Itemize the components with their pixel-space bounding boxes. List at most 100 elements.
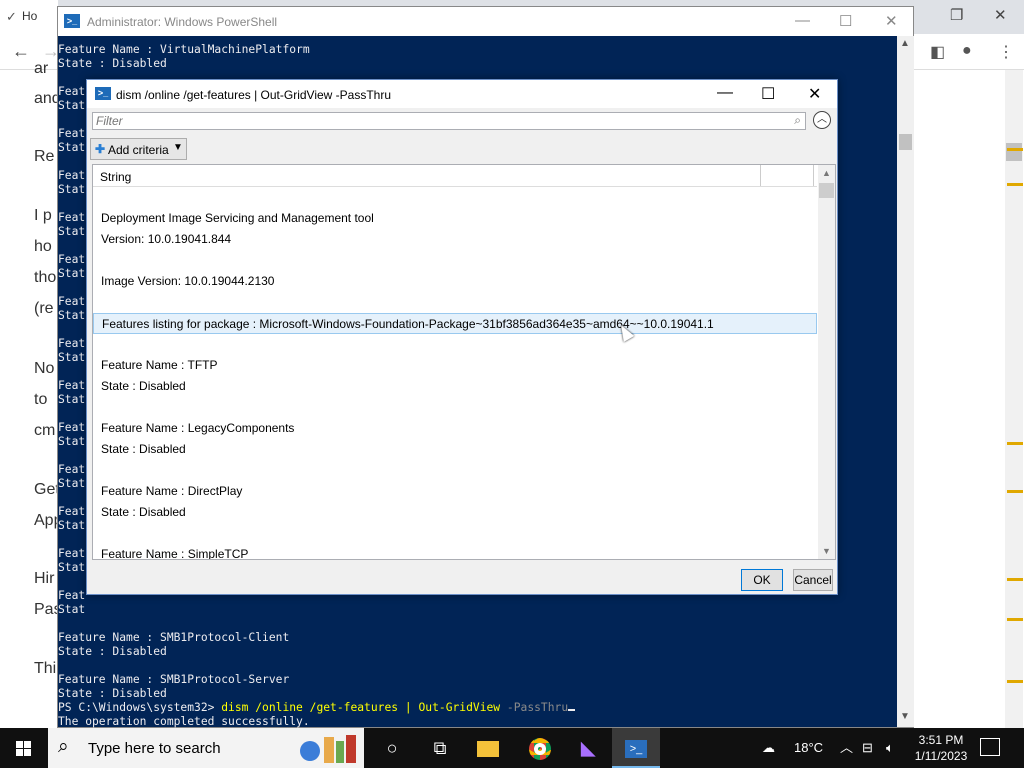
article-line: Get [34, 481, 60, 498]
powershell-title-bar[interactable]: >_ Administrator: Windows PowerShell — ☐… [58, 7, 913, 36]
back-arrow-icon[interactable]: ← [12, 41, 30, 62]
windows-logo-icon [16, 749, 23, 756]
show-hidden-icons-icon[interactable]: ︿ [840, 728, 853, 768]
search-highlight-mark [1007, 490, 1023, 493]
powershell-scroll-thumb[interactable] [899, 134, 912, 150]
prompt-line: PS C:\Windows\system32> dism /online /ge… [58, 701, 576, 715]
article-line: cm [34, 422, 56, 439]
chrome-icon[interactable] [516, 728, 564, 768]
network-icon[interactable]: ⊟ [862, 728, 873, 768]
weather-temperature[interactable]: 18°C [794, 728, 823, 768]
side-panel-icon[interactable]: ◧ [930, 42, 945, 62]
visual-studio-icon[interactable]: ◣ [564, 728, 612, 768]
dropdown-arrow-icon: ▼ [173, 142, 183, 153]
close-icon[interactable]: ✕ [808, 84, 821, 104]
clock-time: 3:51 PM [918, 733, 964, 747]
console-line: Feat [58, 169, 86, 182]
grid-cell-text: Image Version: 10.0.19044.2130 [101, 274, 275, 288]
powershell-taskbar-icon[interactable]: >_ [612, 728, 660, 768]
console-line: Stat [58, 435, 86, 448]
grid-row[interactable] [93, 523, 817, 544]
console-line: Feat [58, 253, 86, 266]
column-header-string[interactable]: String [100, 170, 131, 184]
volume-icon[interactable]: 🔈︎ [886, 728, 894, 768]
grid-row[interactable]: Features listing for package : Microsoft… [93, 313, 817, 334]
console-line: Feat [58, 337, 86, 350]
browser-tab[interactable]: ✓ Ho [0, 0, 58, 34]
cortana-icon[interactable]: ○ [368, 728, 416, 768]
windows-logo-icon [24, 741, 31, 748]
minimize-icon[interactable]: — [795, 12, 810, 29]
console-line: Stat [58, 351, 86, 364]
close-icon[interactable]: ✕ [885, 12, 898, 30]
column-divider[interactable] [760, 165, 761, 186]
grid-row[interactable]: Image Version: 10.0.19044.2130 [93, 271, 817, 292]
restore-icon[interactable]: ❐ [950, 6, 963, 24]
grid-row[interactable]: Feature Name : SimpleTCP [93, 544, 817, 559]
minimize-icon[interactable]: — [717, 84, 733, 102]
search-icon[interactable]: ⌕ [794, 113, 801, 128]
console-line: Feat [58, 127, 86, 140]
maximize-icon[interactable]: ☐ [761, 84, 775, 104]
clock[interactable]: 3:51 PM 1/11/2023 [906, 732, 976, 764]
taskbar-search-box[interactable]: ⌕ Type here to search [48, 728, 364, 768]
prompt-text: PS C:\Windows\system32> [58, 701, 222, 714]
cmdlet-text: Out-GridView [418, 701, 501, 714]
filter-input[interactable] [93, 113, 783, 129]
grid-scrollbar[interactable]: ▲ ▼ [818, 165, 835, 559]
cancel-button[interactable]: Cancel [793, 569, 833, 591]
site-favicon-icon: ✓ [6, 9, 17, 24]
article-line: (re [34, 300, 54, 317]
grid-row[interactable]: State : Disabled [93, 502, 817, 523]
powershell-scrollbar[interactable]: ▲ ▼ [897, 36, 914, 727]
weather-icon[interactable]: ☁ [762, 728, 775, 768]
search-highlight-mark [1007, 618, 1023, 621]
grid-row[interactable] [93, 334, 817, 355]
grid-row[interactable]: Deployment Image Servicing and Managemen… [93, 208, 817, 229]
grid-rows: Deployment Image Servicing and Managemen… [93, 187, 817, 559]
powershell-icon: >_ [64, 14, 80, 28]
taskbar: ⌕ Type here to search ○ ⧉ ◣ >_ ☁ 18°C ︿ … [0, 728, 1024, 768]
collapse-filter-icon[interactable]: ︿ [813, 111, 831, 129]
file-explorer-icon[interactable] [464, 728, 512, 768]
article-line: No [34, 360, 55, 377]
notification-icon[interactable] [980, 738, 1000, 756]
column-divider[interactable] [813, 165, 814, 186]
grid-row[interactable] [93, 292, 817, 313]
browser-scroll-thumb[interactable] [1006, 143, 1022, 161]
grid-row[interactable]: Feature Name : LegacyComponents [93, 418, 817, 439]
grid-row[interactable] [93, 250, 817, 271]
scroll-down-icon[interactable]: ▼ [900, 711, 910, 722]
grid-row[interactable]: Feature Name : TFTP [93, 355, 817, 376]
console-line: Feat [58, 85, 86, 98]
text-cursor [568, 709, 576, 711]
search-icon: ⌕ [58, 736, 69, 757]
console-line: Stat [58, 141, 86, 154]
grid-row[interactable]: Feature Name : DirectPlay [93, 481, 817, 502]
grid-row[interactable]: State : Disabled [93, 439, 817, 460]
add-criteria-button[interactable]: ✚ Add criteria ▼ [90, 138, 187, 160]
browser-close-icon[interactable]: ✕ [994, 6, 1007, 24]
start-button[interactable] [0, 728, 48, 768]
scroll-up-icon[interactable]: ▲ [822, 168, 831, 178]
scroll-up-icon[interactable]: ▲ [900, 38, 910, 49]
article-line: tho [34, 269, 57, 286]
console-line: Feature Name : SMB1Protocol-Client [58, 631, 290, 644]
task-view-icon[interactable]: ⧉ [416, 728, 464, 768]
grid-row[interactable] [93, 460, 817, 481]
browser-scrollbar[interactable] [1005, 70, 1023, 728]
menu-kebab-icon[interactable]: ⋮ [998, 42, 1014, 62]
console-line: Feat [58, 295, 86, 308]
ok-button[interactable]: OK [741, 569, 783, 591]
grid-row[interactable] [93, 397, 817, 418]
grid-row[interactable]: Version: 10.0.19041.844 [93, 229, 817, 250]
profile-icon[interactable]: ● [962, 42, 972, 60]
grid-row[interactable]: State : Disabled [93, 376, 817, 397]
grid-scroll-thumb[interactable] [819, 183, 834, 198]
search-highlight-mark [1007, 148, 1023, 151]
dialog-title-bar[interactable]: >_ dism /online /get-features | Out-Grid… [87, 80, 837, 108]
maximize-icon[interactable]: ☐ [839, 12, 852, 30]
grid-row[interactable] [93, 187, 817, 208]
article-line: Hir [34, 570, 55, 587]
scroll-down-icon[interactable]: ▼ [822, 546, 831, 556]
